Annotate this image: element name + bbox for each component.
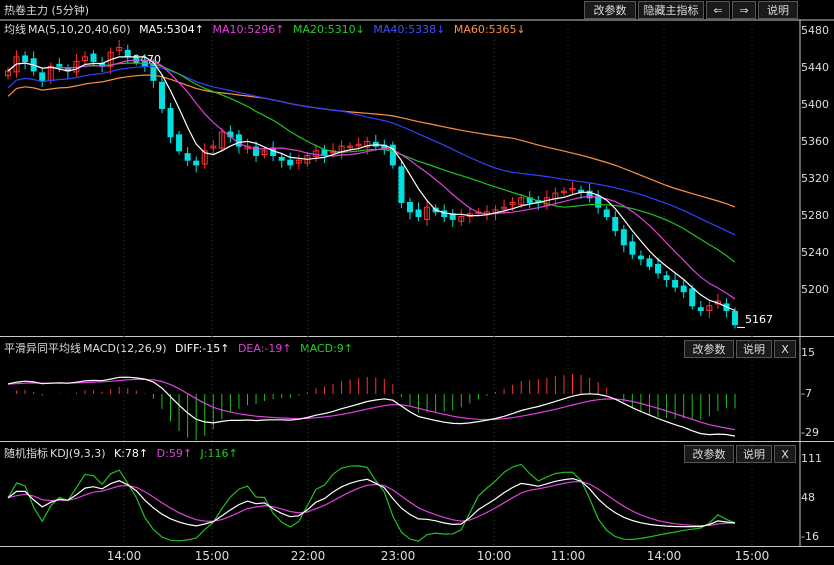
ma5-line bbox=[7, 56, 736, 312]
ma10-line bbox=[7, 59, 736, 300]
candle-body bbox=[620, 229, 627, 246]
candle-body bbox=[663, 275, 670, 281]
candle-body bbox=[415, 209, 422, 218]
diff-line bbox=[7, 376, 736, 437]
candle-body bbox=[689, 288, 696, 307]
candle-body bbox=[680, 285, 687, 293]
ma60-line bbox=[7, 74, 736, 208]
candle-body bbox=[697, 307, 704, 312]
candle-body bbox=[406, 201, 413, 213]
k-line bbox=[7, 477, 736, 528]
j-line bbox=[7, 463, 736, 542]
d-line bbox=[7, 480, 735, 527]
candle-body bbox=[176, 134, 183, 152]
candle-body bbox=[167, 108, 174, 138]
candle-body bbox=[612, 217, 619, 232]
candle-body bbox=[646, 258, 653, 267]
candle-body bbox=[629, 241, 636, 255]
candle-body bbox=[90, 53, 97, 63]
candle-body bbox=[578, 189, 585, 193]
candle-body bbox=[655, 263, 662, 274]
candle-body bbox=[637, 255, 644, 260]
candle-body bbox=[184, 153, 191, 161]
candle-body bbox=[278, 156, 285, 161]
candle-body bbox=[56, 63, 63, 67]
candle-body bbox=[287, 159, 294, 166]
candle-body bbox=[22, 55, 29, 63]
candle-body bbox=[39, 72, 46, 81]
candle-body bbox=[603, 209, 610, 218]
candle-body bbox=[124, 49, 131, 58]
candle-body bbox=[732, 310, 738, 326]
candle-body bbox=[321, 149, 328, 157]
chart-canvas[interactable] bbox=[0, 0, 834, 565]
candle-body bbox=[398, 166, 405, 203]
candle-body bbox=[158, 81, 165, 110]
candle-body bbox=[193, 160, 200, 166]
candle-body bbox=[672, 279, 679, 288]
